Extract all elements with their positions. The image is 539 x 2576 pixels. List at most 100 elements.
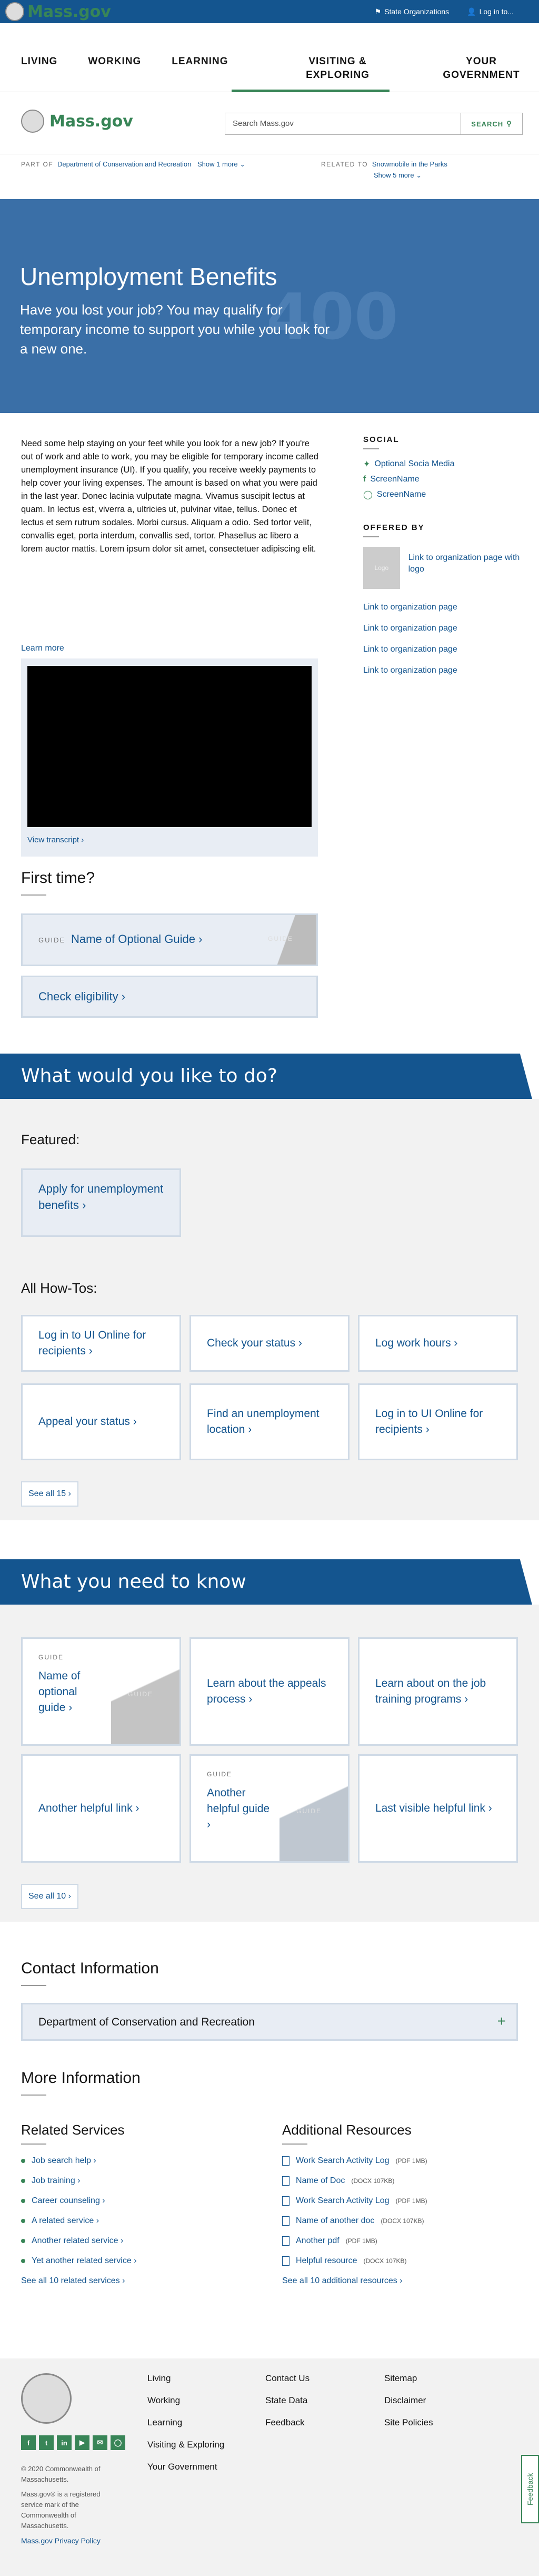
- search-icon: ⚲: [506, 120, 512, 127]
- twitter-icon[interactable]: t: [39, 2435, 54, 2450]
- howto-card[interactable]: Log in to UI Online for recipients ›: [358, 1383, 518, 1460]
- see-all-related-label: See all 10 related services: [21, 2276, 120, 2285]
- know-guide-card[interactable]: GUIDE GUIDE Another helpful guide ›: [189, 1754, 350, 1863]
- main-nav: LIVING WORKING LEARNING VISITING & EXPLO…: [21, 55, 539, 82]
- nav-living[interactable]: LIVING: [21, 55, 57, 82]
- footer-link[interactable]: Your Government: [147, 2462, 224, 2472]
- related-service-item[interactable]: A related service ›: [21, 2216, 253, 2226]
- howto-card[interactable]: Appeal your status ›: [21, 1383, 181, 1460]
- optional-guide-card[interactable]: GUIDE Name of Optional Guide › GUIDE: [21, 913, 318, 966]
- know-card[interactable]: Last visible helpful link ›: [358, 1754, 518, 1863]
- org-link[interactable]: Link to organization page: [363, 645, 521, 654]
- additional-resources: Additional Resources Work Search Activit…: [282, 2122, 519, 2286]
- footer-link[interactable]: Disclaimer: [384, 2395, 433, 2406]
- related-service-item[interactable]: Yet another related service ›: [21, 2256, 253, 2266]
- facebook-icon[interactable]: f: [21, 2435, 36, 2450]
- related-service-item[interactable]: Job training ›: [21, 2176, 253, 2186]
- see-all-know[interactable]: See all 10 ›: [21, 1884, 78, 1909]
- resource-item[interactable]: Work Search Activity Log (PDF 1MB): [282, 2156, 519, 2166]
- footer-link[interactable]: Site Policies: [384, 2417, 433, 2428]
- howto-label: Appeal your status: [38, 1415, 130, 1428]
- footer-col-1: Living Working Learning Visiting & Explo…: [147, 2373, 224, 2484]
- guide-name: Name of Optional Guide ›: [71, 932, 203, 946]
- featured-howto[interactable]: Apply for unemployment benefits ›: [21, 1168, 181, 1237]
- related-service-item[interactable]: Career counseling ›: [21, 2196, 253, 2206]
- youtube-icon[interactable]: ▶: [75, 2435, 89, 2450]
- offered-heading: OFFERED BY: [363, 523, 425, 532]
- resource-type: (PDF 1MB): [395, 2197, 427, 2205]
- nav-learning[interactable]: LEARNING: [172, 55, 228, 82]
- org-link[interactable]: Link to organization page: [363, 624, 521, 633]
- facebook-icon: f: [363, 475, 366, 484]
- video-player[interactable]: [27, 666, 312, 827]
- org-link[interactable]: Link to organization page: [363, 666, 521, 675]
- know-card[interactable]: Learn about the appeals process ›: [189, 1637, 350, 1746]
- see-all-related[interactable]: See all 10 related services ›: [21, 2276, 125, 2285]
- footer-link[interactable]: Feedback: [265, 2417, 310, 2428]
- footer-link[interactable]: Living: [147, 2373, 224, 2384]
- feedback-tab[interactable]: Feedback: [521, 2455, 539, 2523]
- offered-org-with-logo[interactable]: Logo Link to organization page with logo: [363, 547, 521, 589]
- howto-label: Log in to UI Online for recipients: [375, 1408, 483, 1436]
- related-service-label: Job training: [32, 2176, 75, 2185]
- see-all-howtos[interactable]: See all 15 ›: [21, 1481, 78, 1507]
- footer-link[interactable]: Learning: [147, 2417, 224, 2428]
- know-card[interactable]: Another helpful link ›: [21, 1754, 181, 1863]
- know-guide-card[interactable]: GUIDE GUIDE Name of optional guide ›: [21, 1637, 181, 1746]
- nav-working[interactable]: WORKING: [88, 55, 141, 82]
- view-transcript-link[interactable]: View transcript ›: [27, 835, 84, 844]
- resources-list: Work Search Activity Log (PDF 1MB) Name o…: [282, 2156, 519, 2266]
- howto-label: Log work hours: [375, 1337, 451, 1349]
- featured-heading: Featured:: [21, 1132, 80, 1147]
- resource-item[interactable]: Helpful resource (DOCX 107KB): [282, 2256, 519, 2266]
- footer-link[interactable]: State Data: [265, 2395, 310, 2406]
- part-of-link[interactable]: Department of Conservation and Recreatio…: [57, 160, 191, 168]
- social-link-twitter[interactable]: ✦ Optional Socia Media: [363, 459, 521, 469]
- footer-link[interactable]: Visiting & Exploring: [147, 2440, 224, 2450]
- search-button[interactable]: SEARCH ⚲: [461, 113, 522, 134]
- howtos-heading: All How-Tos:: [21, 1280, 97, 1296]
- resource-item[interactable]: Name of Doc (DOCX 107KB): [282, 2176, 519, 2186]
- howto-card[interactable]: Log in to UI Online for recipients ›: [21, 1315, 181, 1372]
- howto-card[interactable]: Log work hours ›: [358, 1315, 518, 1372]
- search-input[interactable]: Search Mass.gov: [225, 113, 461, 134]
- mail-icon[interactable]: ✉: [93, 2435, 107, 2450]
- know-card-label: Learn about the appeals process: [207, 1677, 326, 1705]
- guide-tag: GUIDE: [38, 936, 66, 944]
- footer-link[interactable]: Contact Us: [265, 2373, 310, 2384]
- know-card[interactable]: Learn about on the job training programs…: [358, 1637, 518, 1746]
- site-header[interactable]: Mass.gov: [21, 110, 133, 133]
- related-link[interactable]: Snowmobile in the Parks: [372, 160, 447, 168]
- seal-icon: [5, 2, 24, 21]
- resource-item[interactable]: Work Search Activity Log (PDF 1MB): [282, 2196, 519, 2206]
- footer-link[interactable]: Working: [147, 2395, 224, 2406]
- nav-visiting[interactable]: VISITING & EXPLORING: [280, 55, 396, 82]
- related-service-item[interactable]: Job search help ›: [21, 2156, 253, 2166]
- related-service-item[interactable]: Another related service ›: [21, 2236, 253, 2246]
- seal-icon[interactable]: [21, 2373, 72, 2424]
- resource-item[interactable]: Another pdf (PDF 1MB): [282, 2236, 519, 2246]
- linkedin-icon[interactable]: in: [57, 2435, 72, 2450]
- instagram-icon[interactable]: ◯: [111, 2435, 125, 2450]
- contact-accordion[interactable]: Department of Conservation and Recreatio…: [21, 2003, 518, 2041]
- social-link-facebook[interactable]: f ScreenName: [363, 475, 521, 484]
- show-more-1[interactable]: Show 1 more ⌄: [197, 160, 245, 168]
- related-services-list: Job search help › Job training › Career …: [21, 2156, 253, 2266]
- howto-card[interactable]: Check your status ›: [189, 1315, 350, 1372]
- see-all-resources[interactable]: See all 10 additional resources ›: [282, 2276, 403, 2285]
- org-link[interactable]: Link to organization page: [363, 603, 521, 612]
- bullet-icon: [21, 2259, 25, 2263]
- check-eligibility-button[interactable]: Check eligibility ›: [21, 976, 318, 1018]
- show-more-5[interactable]: Show 5 more ⌄: [374, 171, 422, 180]
- state-orgs-link[interactable]: ⚑ State Organizations: [375, 7, 450, 16]
- nav-government[interactable]: YOUR GOVERNMENT: [442, 55, 521, 82]
- top-logo[interactable]: Mass.gov: [5, 2, 111, 21]
- footer-link[interactable]: Sitemap: [384, 2373, 433, 2384]
- social-link-instagram[interactable]: ◯ ScreenName: [363, 489, 521, 500]
- resource-item[interactable]: Name of another doc (DOCX 107KB): [282, 2216, 519, 2226]
- privacy-link[interactable]: Mass.gov Privacy Policy: [21, 2535, 121, 2546]
- howto-card[interactable]: Find an unemployment location ›: [189, 1383, 350, 1460]
- howto-label: Check your status: [207, 1337, 296, 1349]
- learn-more-link[interactable]: Learn more: [21, 644, 64, 653]
- login-link[interactable]: 👤 Log in to...: [467, 7, 514, 16]
